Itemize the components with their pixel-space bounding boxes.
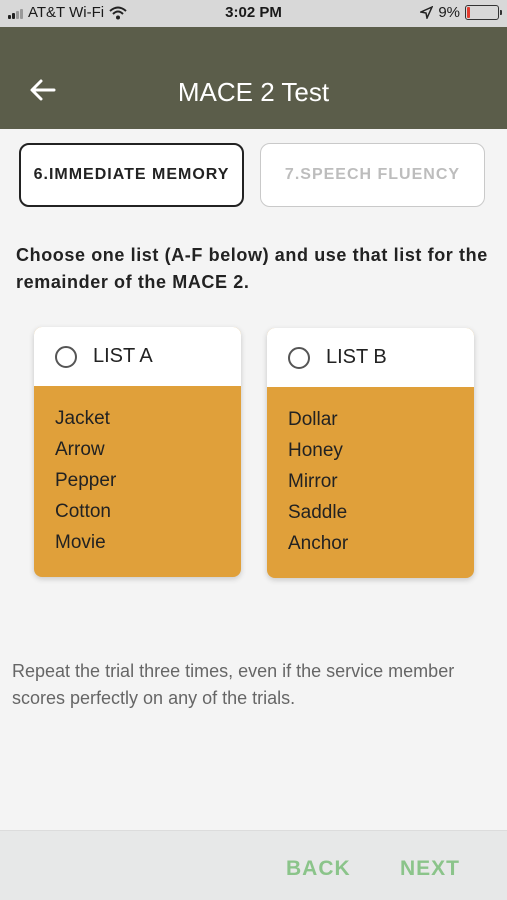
list-label: LIST B [326, 346, 387, 368]
battery-percent: 9% [438, 4, 460, 21]
word-list: Dollar Honey Mirror Saddle Anchor [267, 387, 474, 559]
battery-icon [465, 5, 502, 20]
radio-button[interactable] [288, 346, 310, 369]
list-item: Jacket [55, 408, 110, 429]
list-card-header[interactable]: LIST A [34, 327, 241, 386]
word-list: Jacket Arrow Pepper Cotton Movie [34, 386, 241, 558]
list-item: Anchor [288, 533, 349, 554]
list-item: Pepper [55, 470, 117, 491]
location-icon [420, 6, 434, 19]
page-title: MACE 2 Test [177, 77, 330, 107]
repeat-note: Repeat the trial three times, even if th… [12, 661, 455, 708]
list-item: Cotton [55, 501, 111, 522]
list-item: Arrow [55, 439, 105, 460]
list-item: Dollar [288, 409, 338, 430]
tab-immediate-memory[interactable]: 6.IMMEDIATE MEMORY [19, 143, 244, 207]
tab-speech-fluency[interactable]: 7.SPEECH FLUENCY [260, 143, 485, 207]
footer-bar: BACK NEXT [0, 830, 507, 900]
instructions-text: Choose one list (A-F below) and use that… [16, 245, 488, 292]
radio-button[interactable] [55, 345, 77, 368]
list-label: LIST A [93, 345, 153, 367]
status-bar: AT&T Wi-Fi 3:02 PM 9% [0, 0, 507, 27]
status-right: 9% [420, 4, 502, 21]
back-button[interactable]: BACK [286, 857, 351, 881]
list-card-a[interactable]: LIST A Jacket Arrow Pepper Cotton Movie [34, 327, 241, 577]
list-card-b[interactable]: LIST B Dollar Honey Mirror Saddle Anchor [267, 328, 474, 578]
list-card-header[interactable]: LIST B [267, 328, 474, 387]
list-item: Honey [288, 440, 343, 461]
list-item: Movie [55, 532, 106, 553]
list-item: Saddle [288, 502, 348, 523]
list-item: Mirror [288, 471, 338, 492]
next-button[interactable]: NEXT [400, 857, 460, 881]
app-bar: MACE 2 Test [0, 27, 507, 129]
